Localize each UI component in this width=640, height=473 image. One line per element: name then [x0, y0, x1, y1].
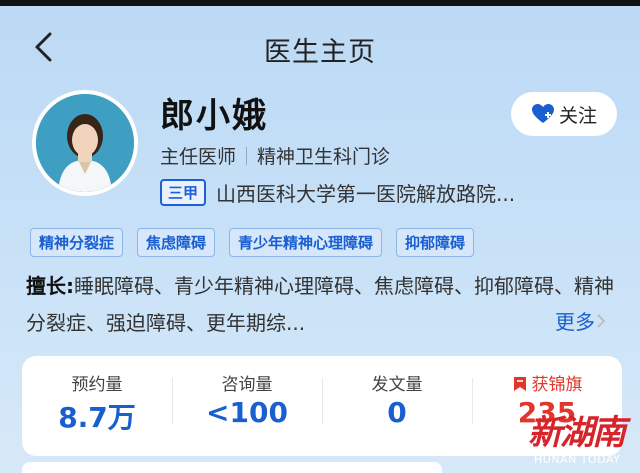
- divider: [246, 146, 248, 165]
- skills-text: 睡眠障碍、青少年精神心理障碍、焦虑障碍、抑郁障碍、精神分裂症、强迫障碍、更年期综…: [26, 274, 614, 335]
- doctor-name: 郎小娥: [160, 96, 268, 136]
- watermark-logo: 新湖南: [528, 413, 626, 453]
- hospital-grade-badge: 三甲: [160, 179, 207, 206]
- stat-value: 8.7万: [58, 401, 136, 434]
- stat-label: 咨询量: [221, 375, 273, 395]
- tag-anxiety[interactable]: 焦虑障碍: [137, 228, 216, 257]
- stat-label: 发文量: [371, 375, 423, 395]
- page-title: 医生主页: [264, 37, 376, 68]
- header: 医生主页: [0, 20, 640, 74]
- banner-icon: [513, 377, 526, 391]
- stat-articles[interactable]: 发文量 0: [322, 356, 472, 456]
- skills-label: 擅长:: [26, 274, 74, 298]
- doctor-title-line: 主任医师 精神卫生科门诊: [160, 142, 390, 169]
- follow-button[interactable]: 关注: [511, 92, 617, 136]
- tag-schizophrenia[interactable]: 精神分裂症: [30, 228, 124, 257]
- tag-depression[interactable]: 抑郁障碍: [396, 228, 475, 257]
- watermark: 新湖南 HUNAN TODAY: [520, 405, 640, 473]
- more-label: 更多: [555, 310, 595, 334]
- doctor-photo: [36, 94, 134, 192]
- chevron-right-icon: [597, 313, 606, 328]
- specialty-tags: 精神分裂症 焦虑障碍 青少年精神心理障碍 抑郁障碍: [30, 228, 488, 257]
- award-label-text: 获锦旗: [531, 375, 583, 395]
- stat-label: 获锦旗: [472, 370, 622, 395]
- watermark-subtitle: HUNAN TODAY: [534, 453, 621, 466]
- next-card-edge: [22, 462, 442, 473]
- doctor-title: 主任医师: [160, 146, 237, 168]
- more-button[interactable]: 更多: [555, 306, 607, 335]
- skills-section: 擅长:睡眠障碍、青少年精神心理障碍、焦虑障碍、抑郁障碍、精神分裂症、强迫障碍、更…: [26, 268, 622, 342]
- avatar: [32, 90, 138, 196]
- stat-value: <100: [206, 396, 288, 429]
- tag-youth-mental[interactable]: 青少年精神心理障碍: [229, 228, 383, 257]
- hospital-line: 三甲 山西医科大学第一医院解放路院...: [160, 178, 515, 207]
- stat-consultations[interactable]: 咨询量 <100: [172, 356, 322, 456]
- follow-label: 关注: [558, 104, 597, 127]
- doctor-department: 精神卫生科门诊: [257, 146, 391, 168]
- stat-appointments[interactable]: 预约量 8.7万: [22, 356, 172, 456]
- stat-value: 0: [387, 396, 407, 429]
- stat-label: 预约量: [71, 375, 123, 395]
- heart-plus-icon: [531, 104, 554, 123]
- hospital-name[interactable]: 山西医科大学第一医院解放路院...: [216, 178, 515, 207]
